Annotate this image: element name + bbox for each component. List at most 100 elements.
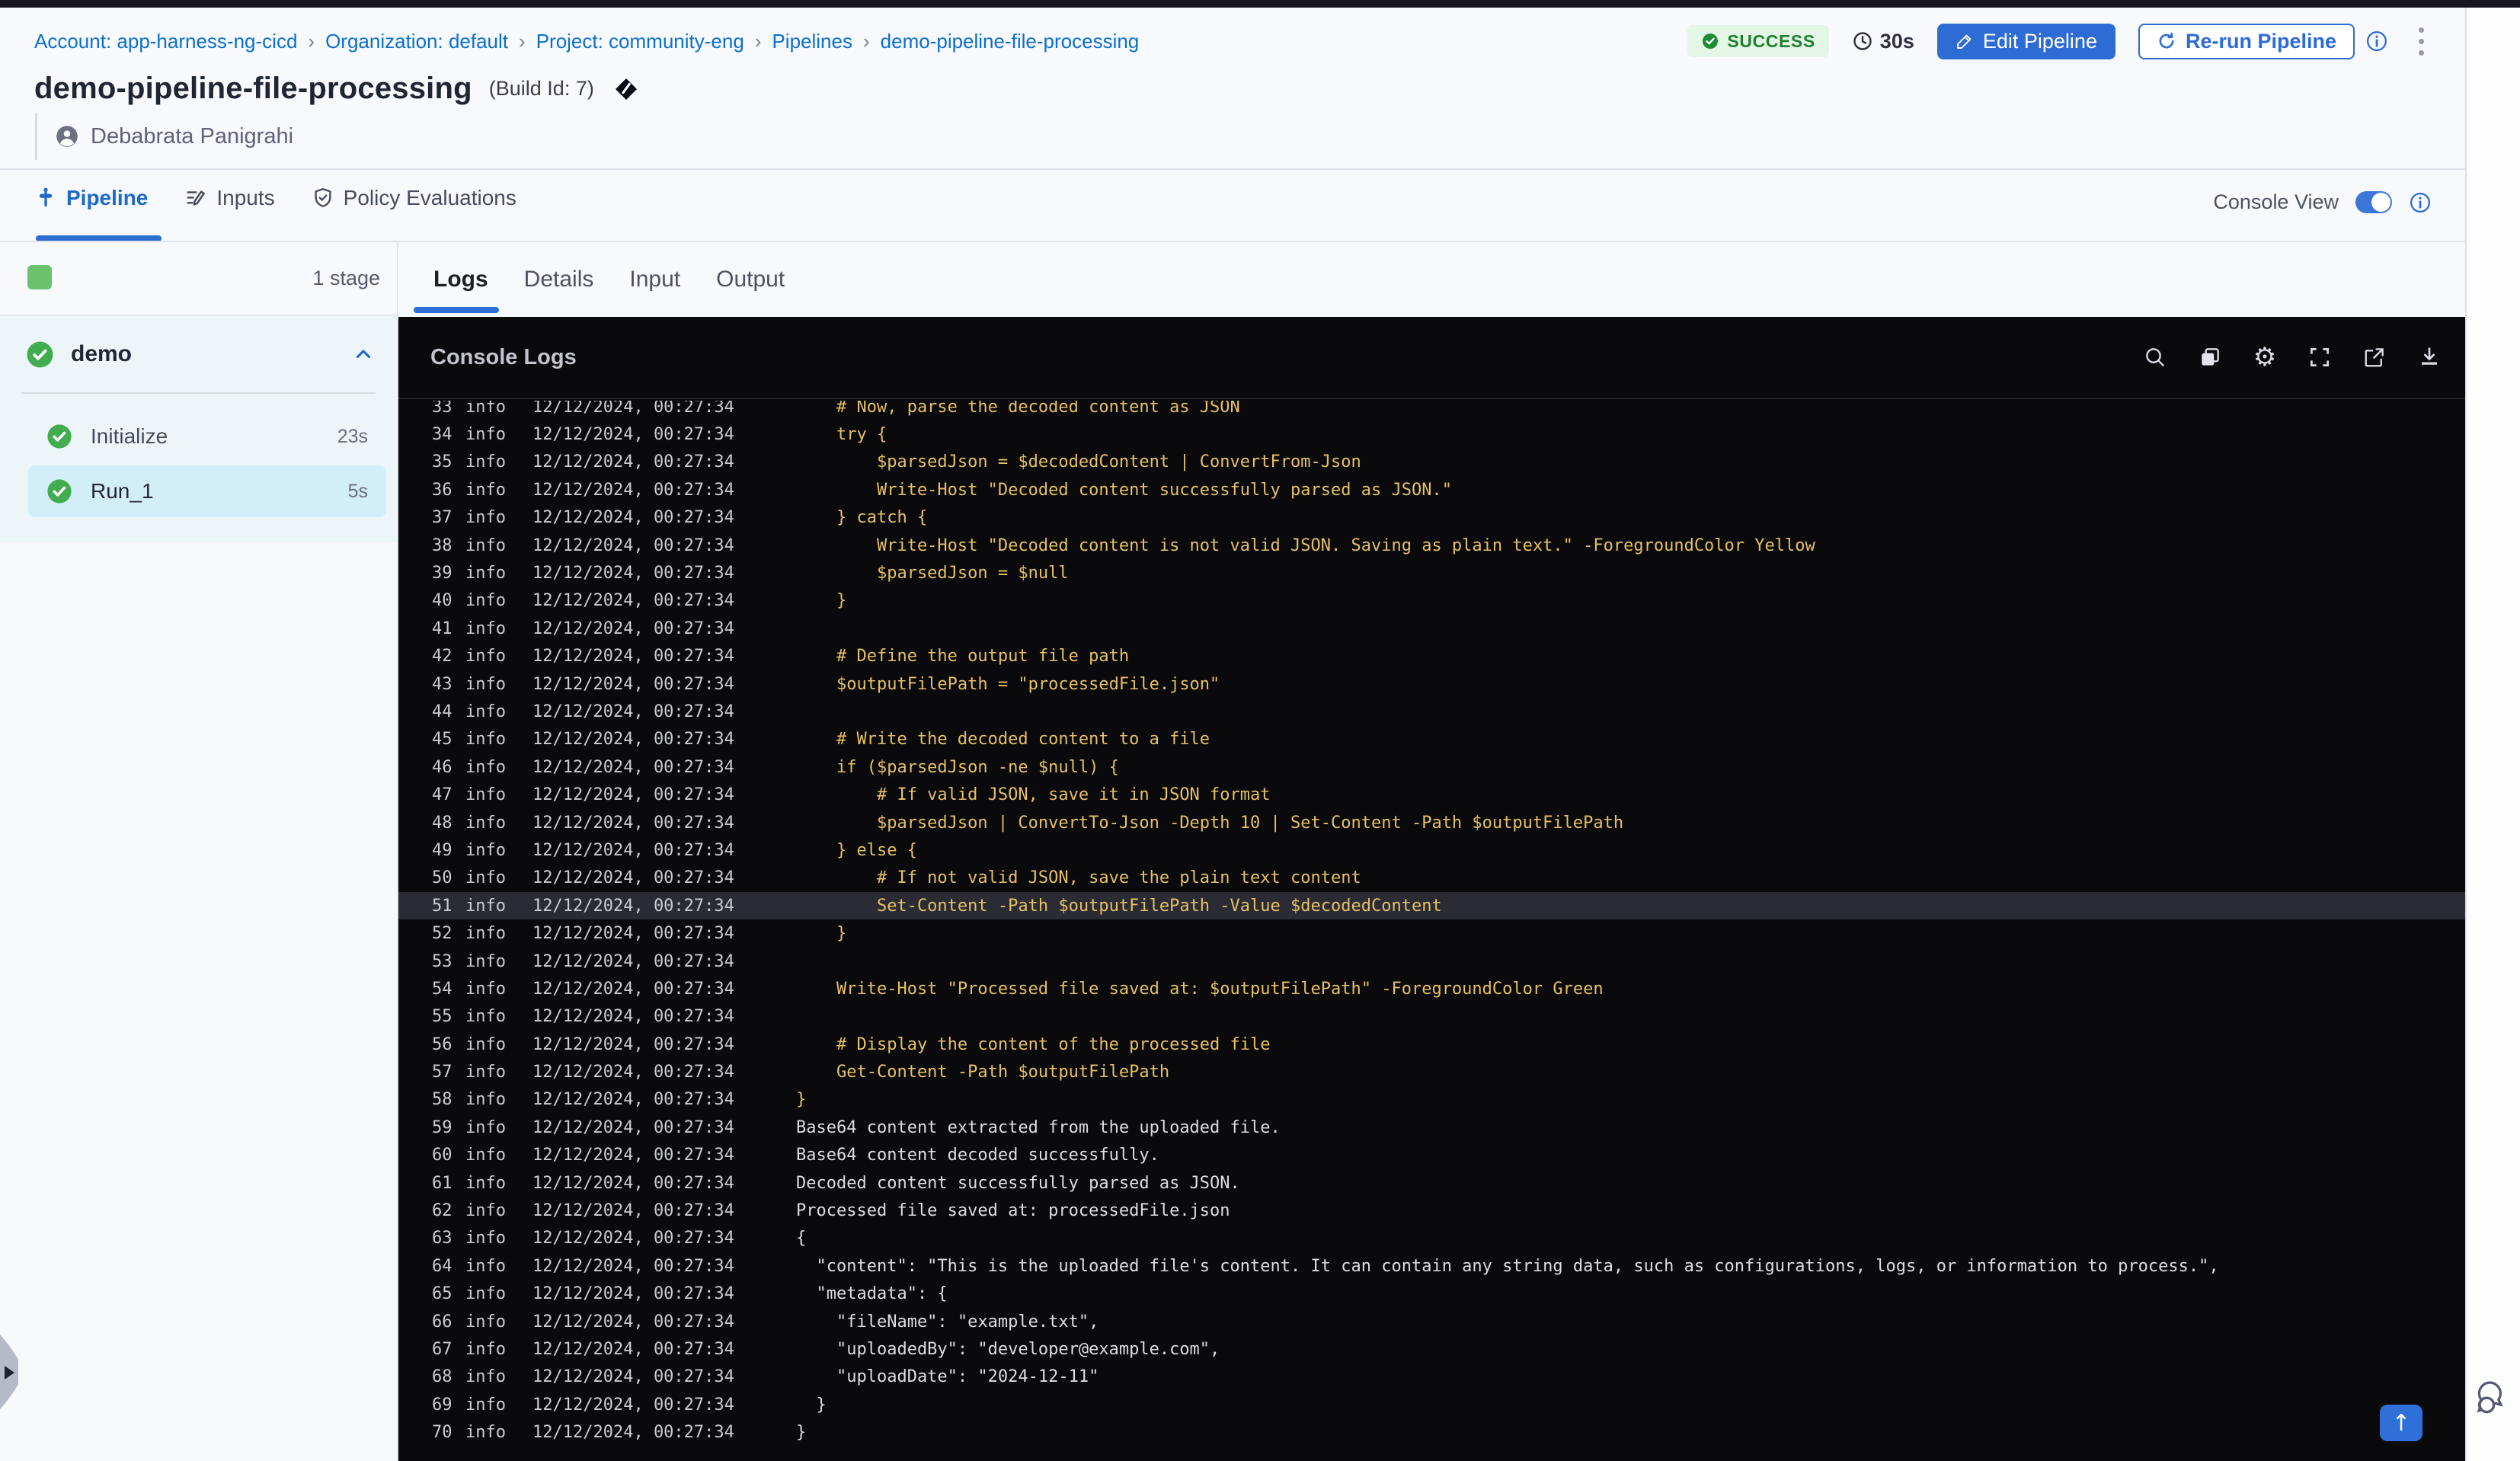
log-row-38[interactable]: 38 info 12/12/2024, 00:27:34 Write-Host "D…	[398, 532, 2465, 559]
log-line-number: 50	[432, 868, 453, 888]
log-row-63[interactable]: 63 info 12/12/2024, 00:27:34 {	[398, 1225, 2465, 1252]
log-timestamp: 12/12/2024, 00:27:34	[532, 1034, 734, 1054]
log-row-51[interactable]: 51 info 12/12/2024, 00:27:34 Set-Content -…	[398, 892, 2465, 920]
tab-inputs[interactable]: Inputs	[184, 186, 275, 210]
log-row-60[interactable]: 60 info 12/12/2024, 00:27:34 Base64 content…	[398, 1142, 2465, 1169]
harness-logo-icon	[614, 77, 638, 101]
log-row-54[interactable]: 54 info 12/12/2024, 00:27:34 Write-Host "P…	[398, 975, 2465, 1002]
console-view-toggle[interactable]	[2355, 191, 2392, 213]
log-row-42[interactable]: 42 info 12/12/2024, 00:27:34 # Define the …	[398, 643, 2465, 670]
log-row-39[interactable]: 39 info 12/12/2024, 00:27:34 $parsedJson =…	[398, 559, 2465, 587]
chevron-up-icon[interactable]	[353, 344, 374, 365]
log-timestamp: 12/12/2024, 00:27:34	[532, 1229, 734, 1248]
log-message: Decoded content successfully parsed as J…	[796, 1173, 1240, 1193]
fullscreen-icon[interactable]	[2307, 344, 2333, 370]
log-row-36[interactable]: 36 info 12/12/2024, 00:27:34 Write-Host "D…	[398, 476, 2465, 504]
log-row-40[interactable]: 40 info 12/12/2024, 00:27:34 }	[398, 587, 2465, 615]
log-row-62[interactable]: 62 info 12/12/2024, 00:27:34 Processed file…	[398, 1197, 2465, 1224]
log-line-number: 45	[432, 730, 453, 750]
log-row-53[interactable]: 53 info 12/12/2024, 00:27:34	[398, 948, 2465, 975]
log-row-64[interactable]: 64 info 12/12/2024, 00:27:34 "content": "T…	[398, 1252, 2465, 1280]
log-row-56[interactable]: 56 info 12/12/2024, 00:27:34 # Display the…	[398, 1031, 2465, 1058]
stage-count-label: 1 stage	[312, 267, 380, 289]
rerun-pipeline-button[interactable]: Re-run Pipeline	[2138, 23, 2355, 59]
log-row-67[interactable]: 67 info 12/12/2024, 00:27:34 "uploadedBy":…	[398, 1335, 2465, 1363]
log-row-58[interactable]: 58 info 12/12/2024, 00:27:34}	[398, 1086, 2465, 1114]
breadcrumb-separator: ›	[308, 29, 315, 53]
log-level: info	[465, 1201, 506, 1221]
page-title: demo-pipeline-file-processing	[34, 72, 472, 105]
log-row-69[interactable]: 69 info 12/12/2024, 00:27:34 }	[398, 1391, 2465, 1418]
tab-output[interactable]: Output	[716, 267, 785, 293]
console-view-info-icon[interactable]	[2409, 191, 2432, 214]
breadcrumb-link-0[interactable]: Account: app-harness-ng-cicd	[34, 30, 297, 53]
tab-details[interactable]: Details	[524, 267, 594, 293]
log-row-50[interactable]: 50 info 12/12/2024, 00:27:34 # If not vali…	[398, 865, 2465, 892]
log-row-34[interactable]: 34 info 12/12/2024, 00:27:34 try {	[398, 420, 2465, 448]
step-row-run_1[interactable]: Run_1 5s	[28, 465, 386, 517]
more-options-menu[interactable]	[2411, 23, 2432, 60]
breadcrumb-link-3[interactable]: Pipelines	[772, 30, 852, 53]
log-row-48[interactable]: 48 info 12/12/2024, 00:27:34 $parsedJson |…	[398, 809, 2465, 836]
log-message: $parsedJson | ConvertTo-Json -Depth 10 |…	[796, 813, 1624, 833]
refresh-icon	[2157, 31, 2176, 51]
log-row-57[interactable]: 57 info 12/12/2024, 00:27:34 Get-Content -…	[398, 1058, 2465, 1085]
topbar-actions: SUCCESS 30s Edit Pipeline Re-run Pipelin…	[1687, 23, 2432, 60]
log-timestamp: 12/12/2024, 00:27:34	[532, 896, 734, 916]
step-success-icon	[46, 478, 72, 504]
log-row-55[interactable]: 55 info 12/12/2024, 00:27:34	[398, 1003, 2465, 1031]
tab-logs[interactable]: Logs	[433, 267, 488, 293]
log-row-49[interactable]: 49 info 12/12/2024, 00:27:34 } else {	[398, 836, 2465, 864]
console-panel: Console Logs ⚙ 33 info 12/12/2024, 00:27:3…	[398, 317, 2465, 1461]
log-row-35[interactable]: 35 info 12/12/2024, 00:27:34 $parsedJson =…	[398, 449, 2465, 476]
breadcrumb-link-2[interactable]: Project: community-eng	[536, 30, 744, 53]
log-timestamp: 12/12/2024, 00:27:34	[532, 1339, 734, 1359]
search-icon[interactable]	[2142, 344, 2168, 370]
log-row-41[interactable]: 41 info 12/12/2024, 00:27:34	[398, 615, 2465, 642]
log-row-45[interactable]: 45 info 12/12/2024, 00:27:34 # Write the d…	[398, 726, 2465, 753]
log-timestamp: 12/12/2024, 00:27:34	[532, 1312, 734, 1332]
tab-pipeline[interactable]: Pipeline	[34, 186, 148, 210]
log-row-37[interactable]: 37 info 12/12/2024, 00:27:34 } catch {	[398, 504, 2465, 532]
log-message: $parsedJson = $null	[796, 564, 1069, 583]
log-row-52[interactable]: 52 info 12/12/2024, 00:27:34 }	[398, 919, 2465, 947]
breadcrumb-link-1[interactable]: Organization: default	[325, 30, 508, 53]
log-line-number: 58	[432, 1090, 453, 1110]
expand-panel-handle[interactable]	[0, 1335, 18, 1409]
log-row-44[interactable]: 44 info 12/12/2024, 00:27:34	[398, 698, 2465, 725]
stage-count-row: 1 stage	[0, 242, 397, 316]
log-line-number: 40	[432, 591, 453, 611]
copy-icon[interactable]	[2197, 344, 2223, 370]
log-message: }	[796, 1090, 807, 1110]
log-line-number: 47	[432, 785, 453, 805]
tab-policy-evaluations[interactable]: Policy Evaluations	[312, 186, 516, 210]
settings-icon[interactable]: ⚙	[2252, 342, 2278, 372]
rerun-info-icon[interactable]	[2365, 30, 2388, 53]
log-row-59[interactable]: 59 info 12/12/2024, 00:27:34 Base64 content…	[398, 1114, 2465, 1141]
log-row-33[interactable]: 33 info 12/12/2024, 00:27:34 # Now, parse …	[398, 401, 2465, 420]
log-row-65[interactable]: 65 info 12/12/2024, 00:27:34 "metadata": {	[398, 1280, 2465, 1308]
step-row-initialize[interactable]: Initialize 23s	[28, 411, 386, 462]
breadcrumb-link-4[interactable]: demo-pipeline-file-processing	[881, 30, 1140, 53]
stage-header-demo[interactable]: demo	[0, 316, 397, 392]
log-row-46[interactable]: 46 info 12/12/2024, 00:27:34 if ($parsedJs…	[398, 753, 2465, 781]
log-line-number: 42	[432, 647, 453, 667]
support-chat-icon[interactable]	[2474, 1377, 2514, 1420]
log-row-70[interactable]: 70 info 12/12/2024, 00:27:34}	[398, 1418, 2465, 1446]
log-row-47[interactable]: 47 info 12/12/2024, 00:27:34 # If valid JS…	[398, 781, 2465, 808]
log-line-number: 59	[432, 1117, 453, 1137]
success-check-icon	[1701, 32, 1719, 50]
tab-input[interactable]: Input	[629, 267, 680, 293]
scroll-to-top-button[interactable]: ↑	[2380, 1405, 2422, 1441]
edit-pipeline-button[interactable]: Edit Pipeline	[1936, 23, 2115, 59]
log-level: info	[465, 1284, 506, 1304]
log-row-61[interactable]: 61 info 12/12/2024, 00:27:34 Decoded conten…	[398, 1169, 2465, 1197]
log-row-43[interactable]: 43 info 12/12/2024, 00:27:34 $outputFilePa…	[398, 670, 2465, 698]
open-in-new-icon[interactable]	[2362, 344, 2387, 370]
step-list: Initialize 23s Run_1 5s	[0, 394, 397, 517]
log-line-number: 67	[432, 1339, 453, 1359]
log-row-66[interactable]: 66 info 12/12/2024, 00:27:34 "fileName": "…	[398, 1308, 2465, 1335]
download-icon[interactable]	[2416, 344, 2442, 370]
log-row-68[interactable]: 68 info 12/12/2024, 00:27:34 "uploadDate":…	[398, 1363, 2465, 1391]
log-level: info	[465, 868, 506, 888]
